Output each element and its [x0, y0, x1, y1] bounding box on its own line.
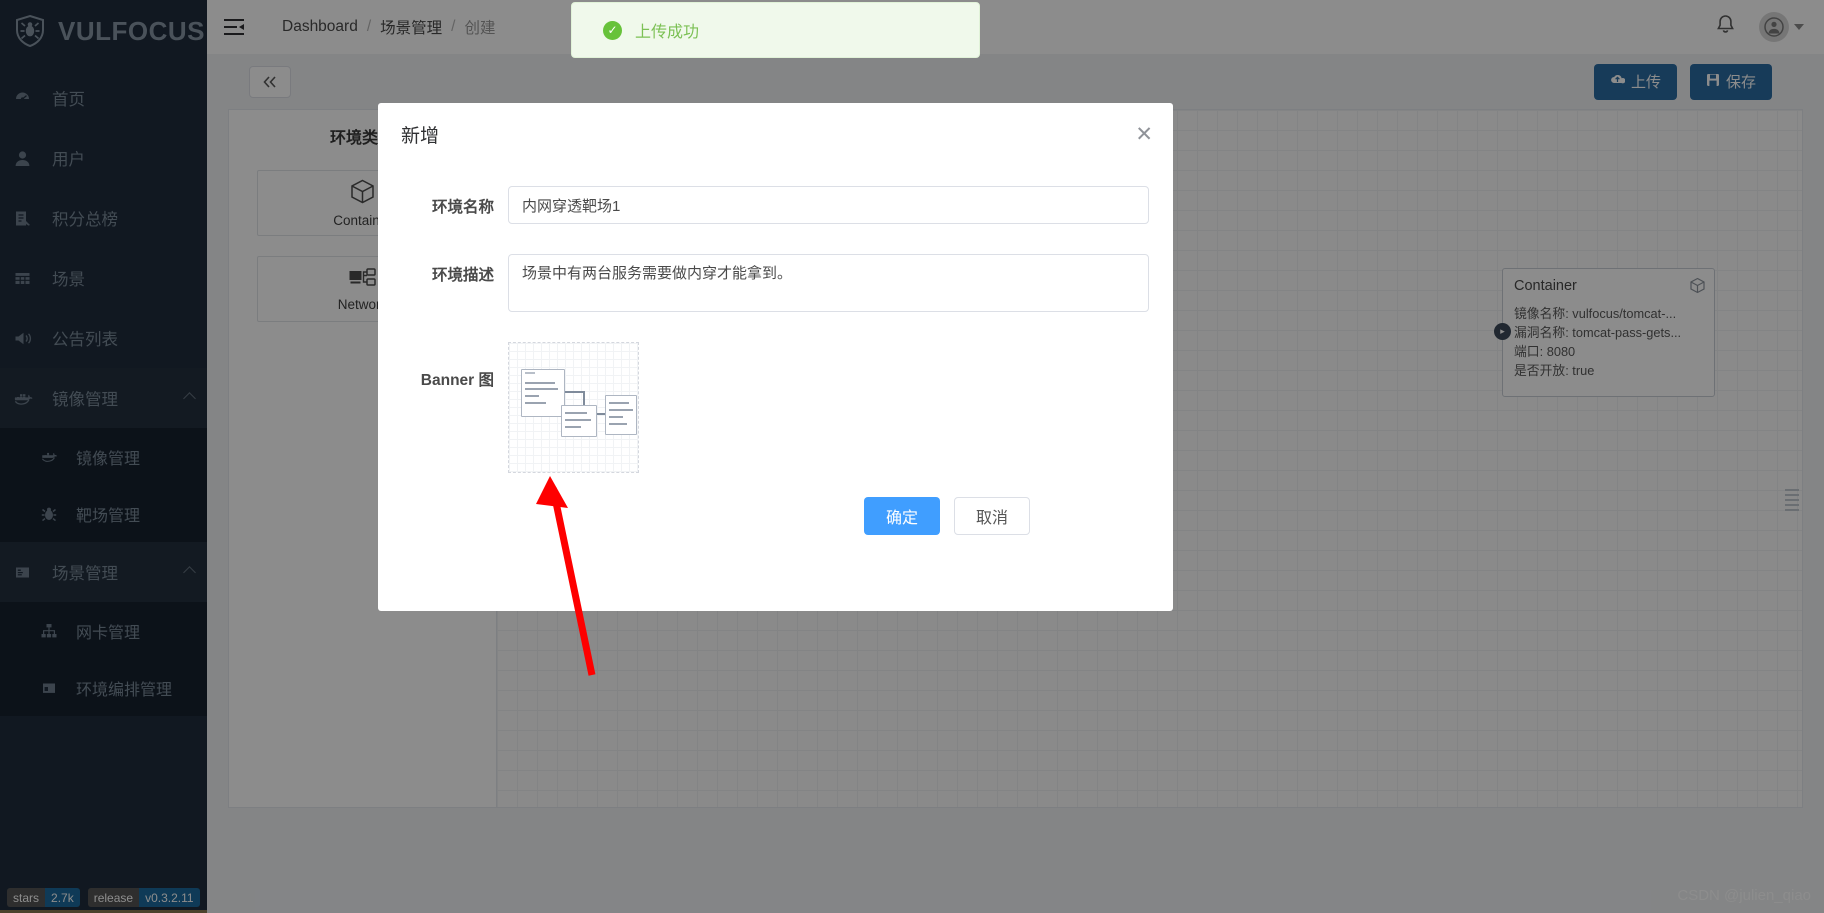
app-root: VULFOCUS 首页 用户 积分总榜 场景 公告列表 镜像管理 镜像管理 靶场… — [0, 0, 1824, 913]
image-thumbnail-icon — [509, 343, 638, 472]
success-toast: ✓ 上传成功 — [571, 2, 980, 58]
close-icon[interactable]: ✕ — [1135, 124, 1153, 145]
form-row-banner: Banner 图 — [378, 342, 1149, 473]
toast-message: 上传成功 — [635, 24, 700, 41]
form-row-description: 环境描述 场景中有两台服务需要做内穿才能拿到。 — [378, 254, 1149, 312]
dialog-title: 新增 — [401, 125, 440, 147]
add-environment-dialog: 新增 ✕ 环境名称 环境描述 场景中有两台服务需要做内穿才能拿到。 Banner… — [378, 103, 1173, 611]
banner-upload-area[interactable] — [508, 342, 639, 473]
form-row-name: 环境名称 — [378, 186, 1149, 224]
banner-field-label: Banner 图 — [420, 372, 494, 389]
confirm-button[interactable]: 确定 — [864, 497, 940, 535]
environment-name-input[interactable] — [508, 186, 1149, 224]
dialog-actions: 确定 取消 — [378, 497, 1149, 535]
check-circle-icon: ✓ — [603, 20, 622, 40]
environment-description-input[interactable]: 场景中有两台服务需要做内穿才能拿到。 — [508, 254, 1149, 312]
description-field-label: 环境描述 — [431, 267, 494, 284]
dialog-header: 新增 ✕ — [378, 103, 1173, 165]
environment-form: 环境名称 环境描述 场景中有两台服务需要做内穿才能拿到。 Banner 图 — [378, 165, 1173, 535]
name-field-label: 环境名称 — [431, 199, 494, 216]
watermark: CSDN @julien_qiao — [1677, 887, 1811, 904]
cancel-button[interactable]: 取消 — [954, 497, 1030, 535]
